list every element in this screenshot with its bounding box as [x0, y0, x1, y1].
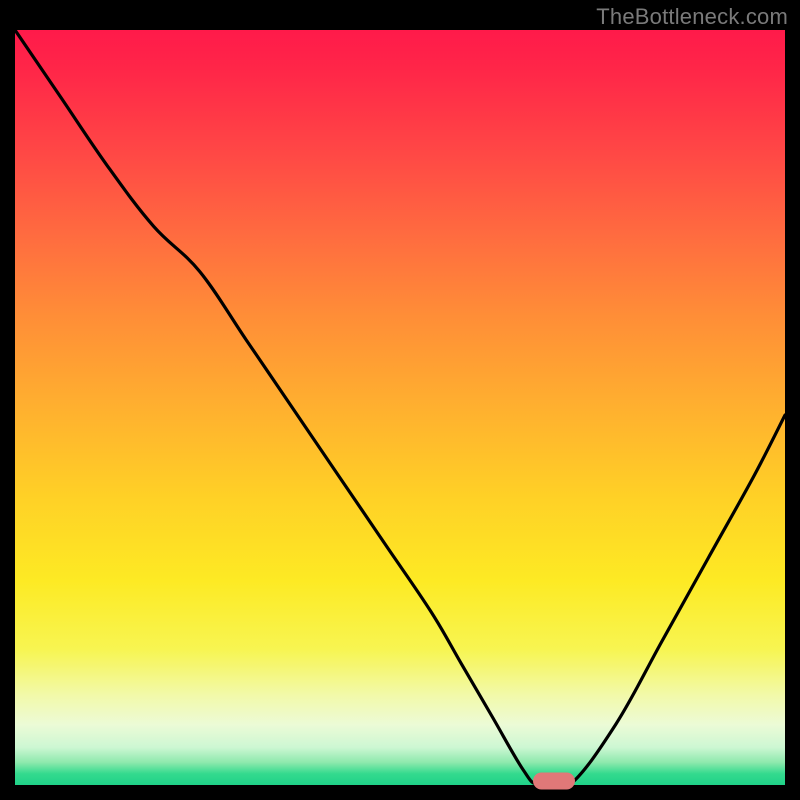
chart-frame: TheBottleneck.com	[0, 0, 800, 800]
optimal-marker	[533, 773, 575, 790]
watermark-text: TheBottleneck.com	[596, 4, 788, 30]
plot-area	[15, 30, 785, 785]
bottleneck-curve	[15, 30, 785, 785]
